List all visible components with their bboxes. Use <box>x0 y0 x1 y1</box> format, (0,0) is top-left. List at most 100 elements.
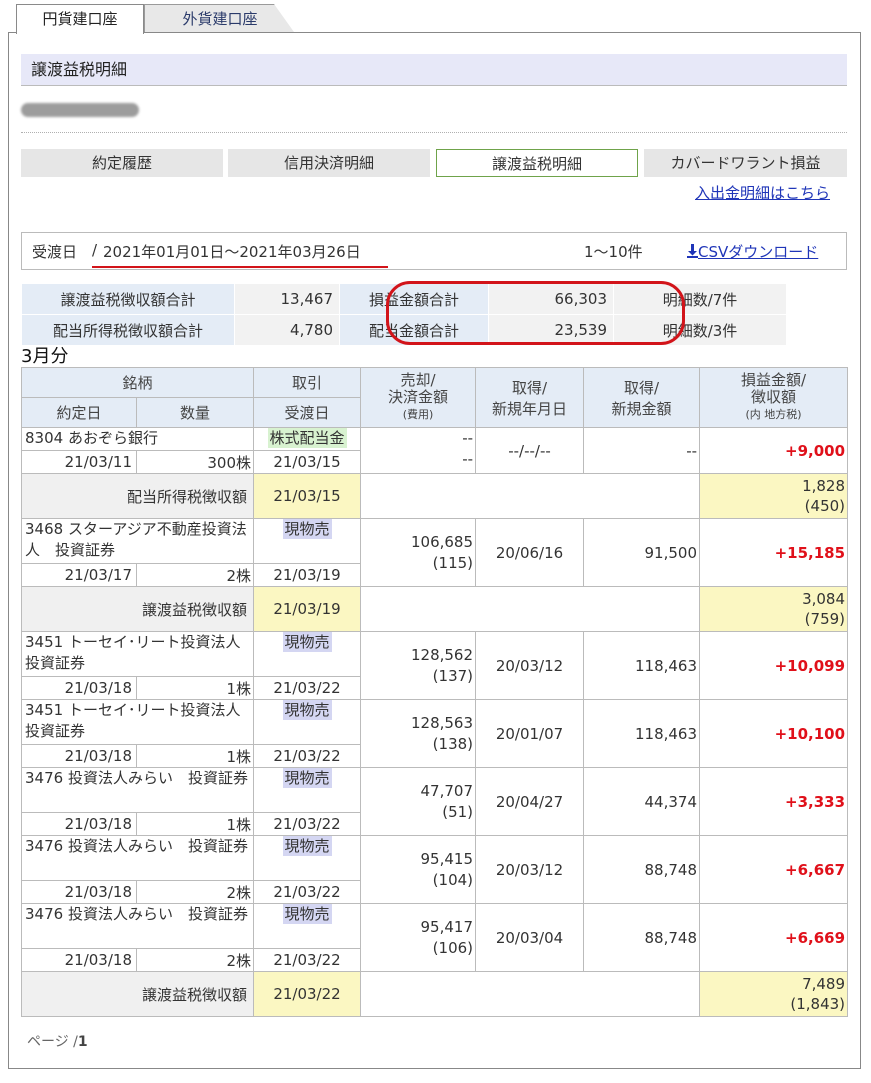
sale-amount: 128,562 (137) <box>360 631 477 700</box>
sale-value: -- <box>462 429 474 447</box>
sale-cost: (106) <box>432 938 474 957</box>
acquisition-amount: 118,463 <box>583 699 701 768</box>
delivery-date: 21/03/22 <box>253 880 362 904</box>
main-panel: 譲渡益税明細 約定履歴 信用決済明細 譲渡益税明細 カバードワラント損益 入出金… <box>8 32 861 1069</box>
trade-type-label: 現物売 <box>282 836 332 856</box>
contract-date: 21/03/18 <box>21 676 137 700</box>
trade-type-label: 現物売 <box>282 904 332 924</box>
brand-name: 3451 トーセイ･リート投資法人 投資証券 <box>20 699 255 745</box>
brand-name: 3476 投資法人みらい 投資証券 <box>20 767 255 813</box>
acquisition-date: 20/06/16 <box>475 518 585 587</box>
table-row: 3476 投資法人みらい 投資証券 現物売 95,415 (104) 20/03/12 8… <box>20 835 849 904</box>
delivery-date: 21/03/22 <box>253 676 362 700</box>
acquisition-amount: 91,500 <box>583 518 701 587</box>
subtab-capital-gains-tax[interactable]: 譲渡益税明細 <box>436 149 638 177</box>
brand-name: 3451 トーセイ･リート投資法人 投資証券 <box>20 631 255 677</box>
tax-row: 譲渡益税徴収額 21/03/19 3,084 (759) <box>20 586 849 632</box>
deposit-withdrawal-link[interactable]: 入出金明細はこちら <box>695 182 830 203</box>
tax-local-amount: (1,843) <box>790 995 846 1013</box>
tax-row: 配当所得税徴収額 21/03/15 1,828 (450) <box>20 473 849 519</box>
result-count: 1～10件 <box>584 243 643 261</box>
subtab-contract-history[interactable]: 約定履歴 <box>21 149 223 177</box>
div-tax-total-value: 4,780 <box>234 314 340 346</box>
col-acq-amount-l2: 新規金額 <box>611 399 672 418</box>
date-range-box: 受渡日 / 2021年01月01日～2021年03月26日 1～10件 CSVダ… <box>21 232 847 270</box>
cgt-total-label: 譲渡益税徴収額合計 <box>21 283 235 315</box>
col-sale: 売却/ 決済金額 (費用) <box>360 367 477 428</box>
brand-name: 3476 投資法人みらい 投資証券 <box>20 903 255 949</box>
col-brand: 銘柄 <box>20 367 255 398</box>
table-row: 3451 トーセイ･リート投資法人 投資証券 現物売 128,562 (137) 20/… <box>20 631 849 700</box>
table-row: 3476 投資法人みらい 投資証券 現物売 95,417 (106) 20/03/04 8… <box>20 903 849 972</box>
date-range: 2021年01月01日～2021年03月26日 <box>103 243 361 261</box>
contract-date: 21/03/18 <box>21 880 137 904</box>
sale-value: 95,417 <box>420 917 474 936</box>
tab-yen-account[interactable]: 円貨建口座 <box>16 4 144 34</box>
sale-cost: (51) <box>442 802 474 821</box>
trade-type: 現物売 <box>253 631 362 677</box>
trade-type: 現物売 <box>253 699 362 745</box>
sale-value: 128,563 <box>410 713 474 732</box>
contract-date: 21/03/17 <box>21 563 137 587</box>
trade-type: 現物売 <box>253 903 362 949</box>
sale-cost: (137) <box>432 666 474 685</box>
tab-foreign-account[interactable]: 外貨建口座 <box>144 4 294 32</box>
table-row: 8304 あおぞら銀行 株式配当金 -- -- --/--/-- -- +9,000 <box>20 427 849 474</box>
sale-cost: (104) <box>432 870 474 889</box>
sale-value: 47,707 <box>420 781 474 800</box>
sale-amount: 95,415 (104) <box>360 835 477 904</box>
contract-date: 21/03/18 <box>21 744 137 768</box>
col-acq-date-l2: 新規年月日 <box>492 399 568 418</box>
quantity: 1株 <box>135 812 255 836</box>
delivery-date: 21/03/22 <box>253 812 362 836</box>
acquisition-date: 20/03/04 <box>475 903 585 972</box>
acquisition-amount: 44,374 <box>583 767 701 836</box>
brand-name: 3468 スターアジア不動産投資法人 投資証券 <box>20 518 255 564</box>
contract-date: 21/03/11 <box>21 450 137 474</box>
quantity: 2株 <box>135 563 255 587</box>
trade-type-label: 現物売 <box>282 700 332 720</box>
col-pl-l3: (内 地方税) <box>745 408 802 421</box>
detail-table: 銘柄 取引 売却/ 決済金額 (費用) 取得/ 新規年月日 取得/ 新規金額 損… <box>20 367 849 1017</box>
tax-empty <box>360 971 701 1017</box>
csv-download-link[interactable]: CSVダウンロード <box>687 241 818 262</box>
contract-date: 21/03/18 <box>21 812 137 836</box>
profit-loss: +10,099 <box>699 631 849 700</box>
sale-cost: (138) <box>432 734 474 753</box>
subtab-covered-warrant[interactable]: カバードワラント損益 <box>644 149 847 177</box>
col-acq-amount: 取得/ 新規金額 <box>583 367 701 428</box>
acquisition-date: 20/03/12 <box>475 631 585 700</box>
trade-type-label: 現物売 <box>282 519 332 539</box>
trade-type: 株式配当金 <box>253 427 362 451</box>
delivery-date: 21/03/22 <box>253 744 362 768</box>
profit-loss: +6,669 <box>699 903 849 972</box>
sale-amount: 128,563 (138) <box>360 699 477 768</box>
col-sale-l3: (費用) <box>402 408 434 421</box>
col-pl: 損益金額/ 徴収額 (内 地方税) <box>699 367 849 428</box>
quantity: 1株 <box>135 676 255 700</box>
acquisition-date: 20/03/12 <box>475 835 585 904</box>
delivery-date: 21/03/15 <box>253 450 362 474</box>
profit-loss: +6,667 <box>699 835 849 904</box>
trade-type-label: 現物売 <box>282 632 332 652</box>
profit-loss: +15,185 <box>699 518 849 587</box>
table-row: 3468 スターアジア不動産投資法人 投資証券 現物売 106,685 (115) 20… <box>20 518 849 587</box>
page-title: 譲渡益税明細 <box>21 54 847 86</box>
brand-name: 3476 投資法人みらい 投資証券 <box>20 835 255 881</box>
month-heading: 3月分 <box>21 346 69 367</box>
profit-loss: +3,333 <box>699 767 849 836</box>
sale-amount: -- -- <box>360 427 477 474</box>
tax-amount: 1,828 (450) <box>699 473 849 519</box>
acquisition-date: --/--/-- <box>475 427 585 474</box>
trade-type: 現物売 <box>253 767 362 813</box>
tax-empty <box>360 586 701 632</box>
tax-empty <box>360 473 701 519</box>
col-trade: 取引 <box>253 367 362 398</box>
subtab-margin-settlement[interactable]: 信用決済明細 <box>228 149 430 177</box>
tax-delivery-date: 21/03/15 <box>253 473 362 519</box>
trade-type: 現物売 <box>253 835 362 881</box>
col-pl-l2: 徴収額 <box>751 388 797 406</box>
sale-cost: -- <box>462 450 474 468</box>
col-delivery: 受渡日 <box>253 397 362 428</box>
quantity: 1株 <box>135 744 255 768</box>
